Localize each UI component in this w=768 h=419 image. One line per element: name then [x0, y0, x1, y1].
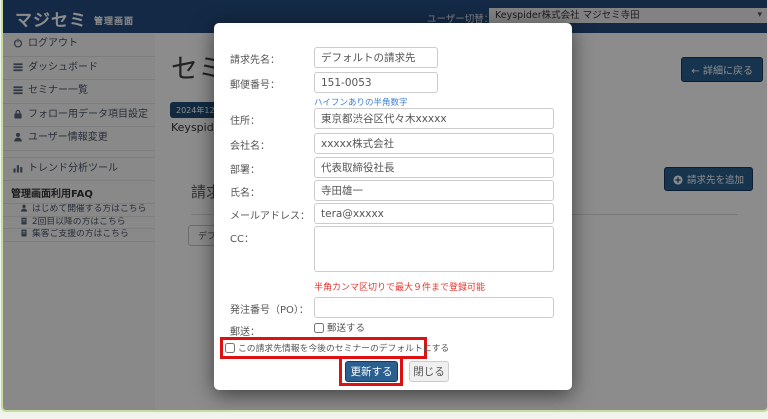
email-label: メールアドレス：: [230, 207, 310, 222]
department-input[interactable]: [314, 157, 554, 178]
po-number-label: 発注番号（PO）：: [230, 301, 309, 316]
address-label: 住所：: [230, 112, 260, 127]
address-input[interactable]: [314, 108, 554, 129]
department-label: 部署：: [230, 161, 260, 176]
mail-checkbox[interactable]: [314, 323, 324, 333]
po-number-input[interactable]: [314, 297, 554, 318]
postal-code-label: 郵便番号：: [230, 76, 280, 91]
cc-label: CC：: [230, 230, 254, 245]
billing-name-label: 請求先名：: [230, 51, 280, 66]
billing-edit-modal: 請求先名： 郵便番号： ハイフンありの半角数字 住所： 会社名： 部署： 氏名：…: [214, 23, 572, 390]
email-input[interactable]: [314, 203, 554, 224]
close-button[interactable]: 閉じる: [409, 361, 449, 382]
cc-textarea[interactable]: [314, 226, 554, 272]
mail-checkbox-label: 郵送する: [327, 323, 365, 334]
admin-page: マジセミ管理画面 ユーザー切替： Keyspider株式会社 マジセミ寺田 ▾ …: [1, 0, 768, 412]
company-label: 会社名：: [230, 137, 270, 152]
postal-code-input[interactable]: [314, 72, 438, 93]
billing-name-input[interactable]: [314, 47, 438, 68]
person-name-label: 氏名：: [230, 184, 260, 199]
mail-checkbox-row: 郵送する: [314, 320, 365, 334]
default-checkbox-row: この請求先情報を今後のセミナーのデフォルトにする: [225, 341, 449, 354]
company-input[interactable]: [314, 133, 554, 154]
mail-label: 郵送：: [230, 323, 260, 338]
postal-code-hint: ハイフンありの半角数字: [314, 96, 408, 108]
person-name-input[interactable]: [314, 180, 554, 201]
default-checkbox[interactable]: [225, 343, 235, 353]
cc-hint: 半角カンマ区切りで最大９件まで登録可能: [314, 280, 485, 293]
default-checkbox-label: この請求先情報を今後のセミナーのデフォルトにする: [238, 344, 449, 354]
update-button[interactable]: 更新する: [345, 361, 398, 382]
